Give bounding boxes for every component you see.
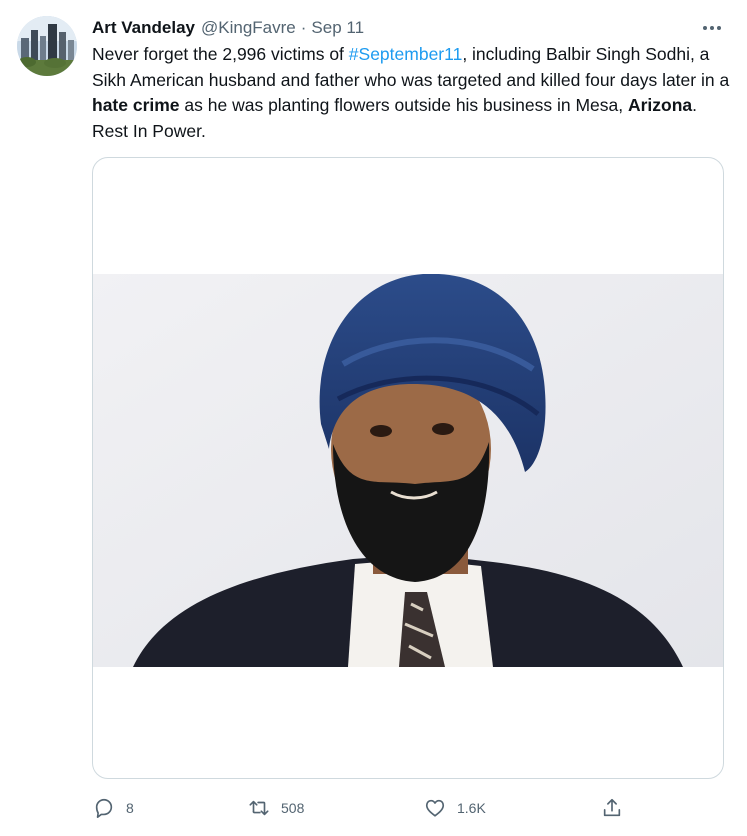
tweet-text-bold-2: Arizona bbox=[627, 95, 693, 115]
hashtag-link[interactable]: #September11 bbox=[349, 44, 463, 64]
like-icon bbox=[423, 796, 447, 820]
header-separator: · bbox=[300, 18, 307, 37]
like-button[interactable]: 1.6K bbox=[423, 790, 486, 826]
city-skyline-avatar-icon bbox=[17, 16, 77, 76]
tweet-actions: 8 508 1.6K bbox=[0, 790, 747, 826]
author-handle[interactable]: @KingFavre bbox=[201, 18, 296, 38]
author-avatar[interactable] bbox=[17, 16, 77, 76]
more-dots-icon bbox=[703, 26, 721, 30]
reply-button[interactable]: 8 bbox=[92, 790, 134, 826]
author-name[interactable]: Art Vandelay bbox=[92, 18, 195, 38]
tweet-text-bold-1: hate crime bbox=[92, 95, 180, 115]
tweet-media[interactable] bbox=[92, 157, 724, 779]
tweet-text: Never forget the 2,996 victims of #Septe… bbox=[92, 42, 732, 144]
retweet-button[interactable]: 508 bbox=[247, 790, 304, 826]
tweet-header: Art Vandelay @KingFavre · Sep 11 bbox=[92, 16, 364, 40]
tweet-date[interactable]: Sep 11 bbox=[311, 18, 364, 38]
reply-count: 8 bbox=[126, 800, 134, 816]
share-button[interactable] bbox=[600, 790, 624, 826]
tweet[interactable]: Art Vandelay @KingFavre · Sep 11 Never f… bbox=[0, 0, 747, 836]
share-icon bbox=[600, 796, 624, 820]
more-options-button[interactable] bbox=[699, 16, 725, 40]
like-count: 1.6K bbox=[457, 800, 486, 816]
retweet-icon bbox=[247, 796, 271, 820]
tweet-text-part-3: as he was planting flowers outside his b… bbox=[179, 95, 628, 115]
portrait-photo[interactable] bbox=[93, 274, 723, 667]
tweet-text-part-1: Never forget the 2,996 victims of bbox=[92, 44, 349, 64]
reply-icon bbox=[92, 796, 116, 820]
retweet-count: 508 bbox=[281, 800, 305, 816]
portrait-image bbox=[93, 274, 723, 667]
